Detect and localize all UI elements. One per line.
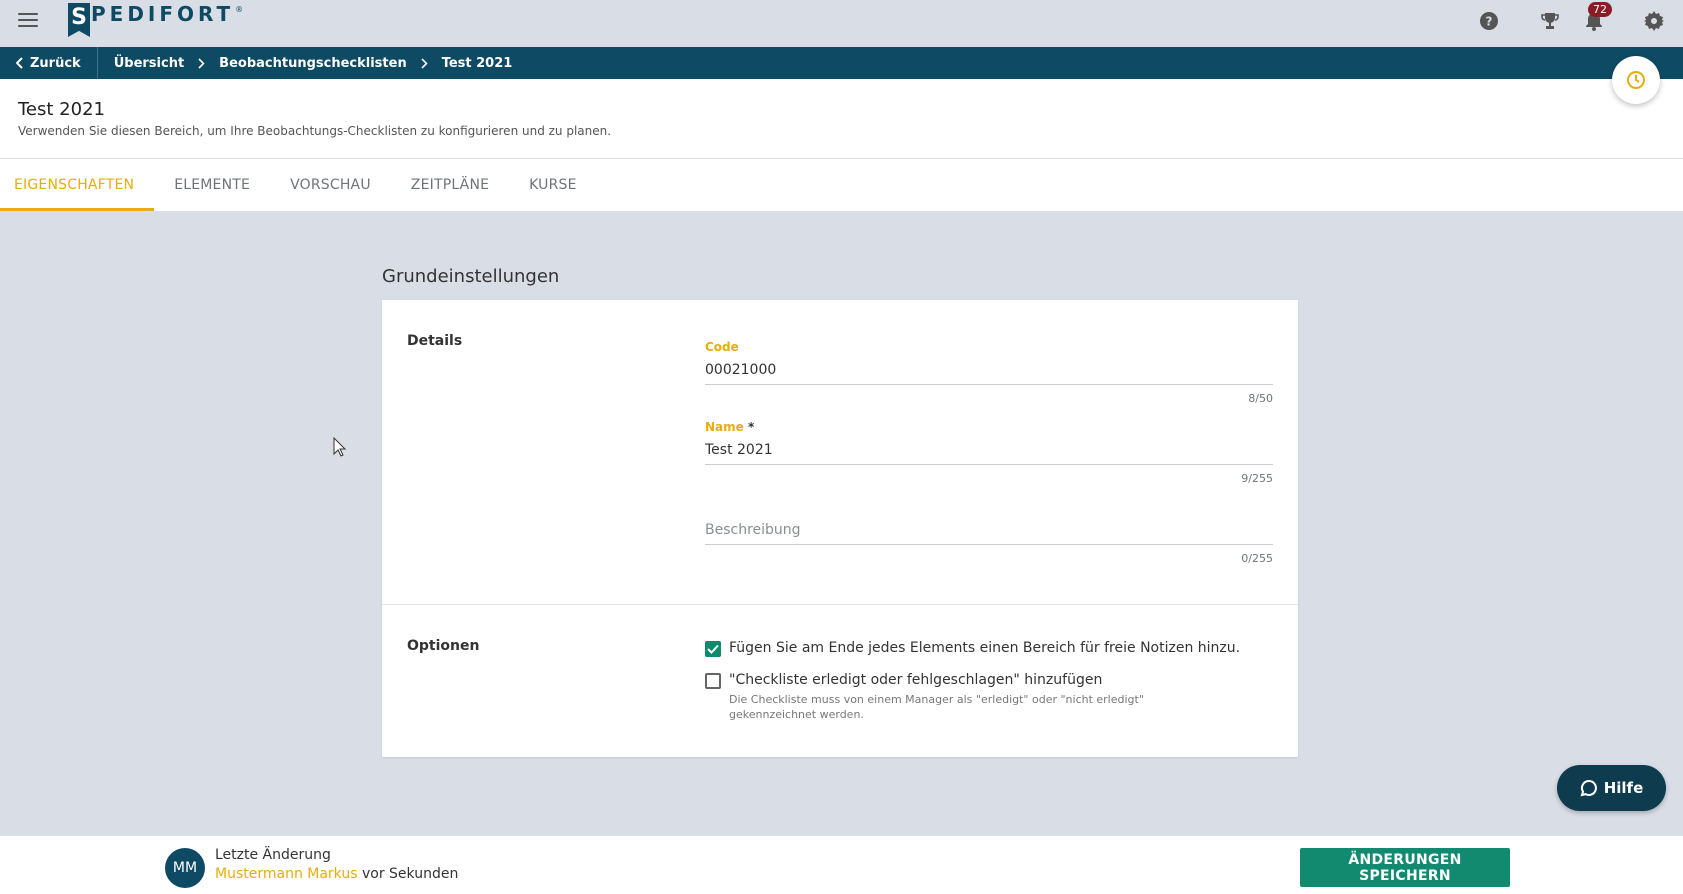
breadcrumb-checklists[interactable]: Beobachtungschecklisten (219, 56, 407, 71)
help-button[interactable]: Hilfe (1557, 765, 1666, 811)
options-label: Optionen (407, 638, 480, 654)
notification-badge: 72 (1588, 2, 1612, 17)
svg-text:?: ? (1486, 15, 1493, 29)
trophy-icon[interactable] (1539, 10, 1561, 32)
footer: MM Letzte Änderung Mustermann Markus vor… (0, 835, 1683, 894)
chevron-right-icon (421, 57, 428, 69)
logo-mark: S (68, 3, 90, 37)
description-char-count: 0/255 (1241, 552, 1273, 565)
done-failed-hint: Die Checkliste muss von einem Manager al… (729, 693, 1144, 721)
name-input[interactable] (705, 436, 1273, 465)
check-icon (707, 644, 719, 654)
tab-properties[interactable]: EIGENSCHAFTEN (0, 159, 155, 211)
mouse-cursor-icon (333, 436, 347, 461)
history-button[interactable] (1612, 56, 1660, 104)
code-input[interactable] (705, 356, 1273, 385)
last-change-info: Mustermann Markus vor Sekunden (215, 866, 458, 882)
chevron-left-icon (16, 57, 23, 69)
name-label: Name * (705, 420, 1273, 436)
back-button[interactable]: Zurück (0, 47, 98, 79)
page-subtitle: Verwenden Sie diesen Bereich, um Ihre Be… (18, 124, 612, 138)
chat-bubble-icon (1580, 779, 1597, 797)
tab-elements[interactable]: ELEMENTE (154, 159, 270, 211)
description-input[interactable] (705, 516, 1273, 545)
divider (382, 604, 1298, 605)
breadcrumb-current: Test 2021 (441, 55, 513, 71)
logo-registered-mark: ® (235, 4, 244, 14)
description-field: 0/255 (705, 500, 1273, 565)
required-mark: * (747, 420, 755, 434)
section-title: Grundeinstellungen (382, 266, 560, 287)
page-header: Test 2021 Verwenden Sie diesen Bereich, … (0, 79, 1683, 159)
notes-checkbox[interactable] (705, 641, 721, 657)
page-title: Test 2021 (18, 99, 105, 120)
tab-courses[interactable]: KURSE (509, 159, 597, 211)
avatar: MM (165, 848, 205, 888)
logo-text: PEDIFORT (91, 2, 235, 26)
name-field: Name * 9/255 (705, 420, 1273, 485)
last-change-time: vor Sekunden (361, 866, 459, 882)
breadcrumb-overview[interactable]: Übersicht (114, 56, 184, 71)
top-bar: S PEDIFORT ® ? 72 (0, 0, 1683, 47)
breadcrumb: Zurück Übersicht Beobachtungschecklisten… (0, 47, 1683, 79)
back-label: Zurück (30, 55, 81, 71)
tab-schedules[interactable]: ZEITPLÄNE (391, 159, 509, 211)
clock-icon (1627, 71, 1645, 89)
settings-card: Details Code 8/50 Name * 9/255 0/255 Opt… (382, 300, 1298, 757)
details-label: Details (407, 333, 463, 349)
gear-icon[interactable] (1643, 10, 1665, 32)
code-field: Code 8/50 (705, 340, 1273, 405)
save-button[interactable]: ÄNDERUNGEN SPEICHERN (1300, 848, 1510, 887)
help-circle-icon[interactable]: ? (1478, 10, 1500, 32)
last-change-label: Letzte Änderung (215, 847, 331, 863)
app-logo[interactable]: S PEDIFORT ® (68, 2, 244, 37)
menu-icon[interactable] (18, 13, 38, 29)
done-failed-checkbox[interactable] (705, 673, 721, 689)
name-label-text: Name (705, 420, 744, 434)
done-failed-option[interactable]: "Checkliste erledigt oder fehlgeschlagen… (705, 672, 1229, 722)
chevron-right-icon (198, 57, 205, 69)
name-char-count: 9/255 (1241, 472, 1273, 485)
tab-bar: EIGENSCHAFTEN ELEMENTE VORSCHAU ZEITPLÄN… (0, 159, 1683, 211)
notes-option-label: Fügen Sie am Ende jedes Elements einen B… (729, 640, 1241, 656)
tab-preview[interactable]: VORSCHAU (270, 159, 391, 211)
code-label: Code (705, 340, 739, 354)
done-failed-option-label: "Checkliste erledigt oder fehlgeschlagen… (729, 672, 1103, 688)
help-label: Hilfe (1603, 779, 1644, 797)
last-change-user[interactable]: Mustermann Markus (215, 866, 358, 882)
notes-option[interactable]: Fügen Sie am Ende jedes Elements einen B… (705, 640, 1240, 657)
code-char-count: 8/50 (1248, 392, 1273, 405)
